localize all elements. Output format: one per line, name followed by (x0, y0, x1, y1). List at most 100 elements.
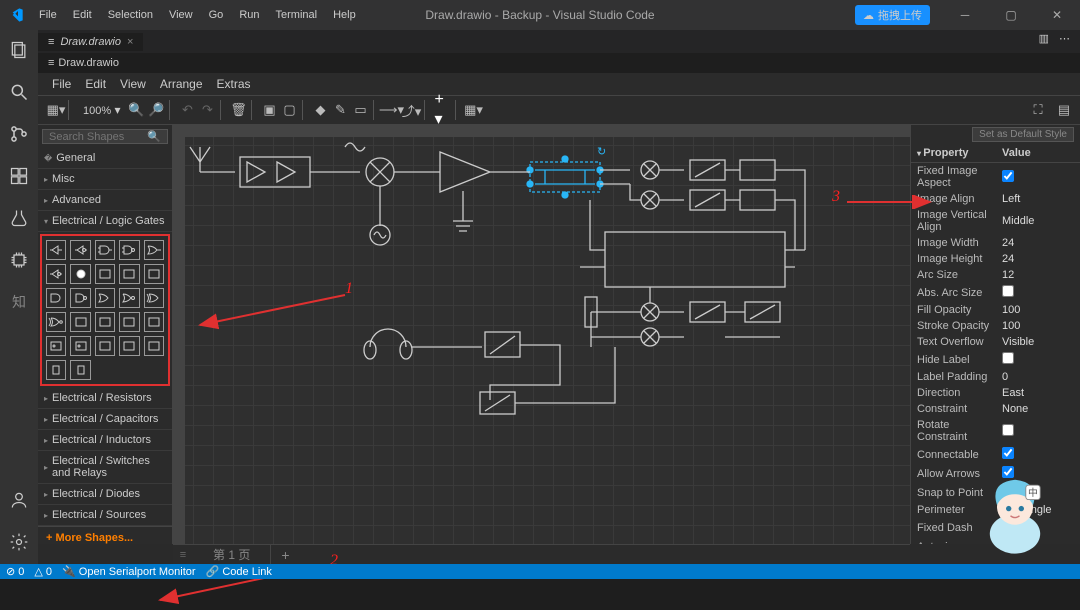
gate-and2[interactable] (46, 288, 66, 308)
gate-b8[interactable] (119, 336, 139, 356)
more-shapes-button[interactable]: + More Shapes... (38, 526, 172, 549)
drawio-canvas[interactable]: ↻ (173, 125, 910, 544)
explorer-icon[interactable] (7, 38, 31, 62)
waypoints-icon[interactable]: ⤴▾ (404, 102, 420, 118)
menu-terminal[interactable]: Terminal (269, 5, 325, 25)
status-code-link[interactable]: 🔗 Code Link (206, 565, 272, 578)
menu-selection[interactable]: Selection (101, 5, 160, 25)
gate-box2[interactable] (119, 264, 139, 284)
zoom-level[interactable]: 100% ▾ (79, 103, 125, 117)
gate-b1[interactable] (70, 312, 90, 332)
menu-go[interactable]: Go (202, 5, 231, 25)
prop-row[interactable]: PerimeterRectangle (911, 502, 1080, 518)
status-errors[interactable]: ⊘ 0 (6, 565, 24, 578)
line-color-icon[interactable]: ✎ (333, 102, 349, 118)
search-icon[interactable] (7, 80, 31, 104)
cat-logic-gates[interactable]: ▾Electrical / Logic Gates (38, 211, 172, 232)
prop-value[interactable]: 0 (1002, 371, 1008, 383)
to-back-icon[interactable]: ▢ (282, 102, 298, 118)
menu-run[interactable]: Run (232, 5, 266, 25)
prop-value[interactable] (1002, 424, 1014, 439)
status-serial-monitor[interactable]: 🔌 Open Serialport Monitor (62, 565, 196, 578)
format-panel-icon[interactable]: ▤ (1056, 102, 1072, 118)
drawio-menu-file[interactable]: File (46, 75, 77, 93)
cat-sources[interactable]: ▸Electrical / Sources (38, 505, 172, 526)
cat-general[interactable]: � General (38, 148, 172, 169)
tab-close[interactable]: × (127, 36, 133, 48)
gate-b7[interactable] (95, 336, 115, 356)
page-1-tab[interactable]: 第 1 页 (193, 544, 271, 565)
cat-misc[interactable]: ▸Misc (38, 169, 172, 190)
settings-icon[interactable] (7, 530, 31, 554)
gate-b6[interactable] (70, 336, 90, 356)
connection-icon[interactable]: ⟶▾ (384, 102, 400, 118)
gate-and[interactable] (95, 240, 115, 260)
prop-value[interactable]: East (1002, 387, 1024, 399)
prop-value[interactable] (1002, 170, 1014, 185)
prop-value[interactable]: Left (1002, 193, 1020, 205)
prop-row[interactable]: Arc Size12 (911, 267, 1080, 283)
prop-value[interactable] (1002, 285, 1014, 300)
gate-box1[interactable] (95, 264, 115, 284)
prop-value[interactable] (1002, 447, 1014, 462)
prop-row[interactable]: Allow Arrows (911, 464, 1080, 483)
drawio-menu-edit[interactable]: Edit (79, 75, 112, 93)
cat-advanced[interactable]: ▸Advanced (38, 190, 172, 211)
prop-value[interactable] (1002, 520, 1014, 535)
gate-xnor[interactable] (46, 312, 66, 332)
menu-file[interactable]: File (32, 5, 64, 25)
prop-row[interactable]: Fill Opacity100 (911, 302, 1080, 318)
delete-icon[interactable]: 🗑 (231, 102, 247, 118)
prop-row[interactable]: Fixed Image Aspect (911, 163, 1080, 191)
add-page-button[interactable]: + (271, 545, 299, 565)
drawio-menu-view[interactable]: View (114, 75, 152, 93)
prop-row[interactable]: Label Padding0 (911, 369, 1080, 385)
testing-icon[interactable] (7, 206, 31, 230)
prop-row[interactable]: Connectable (911, 445, 1080, 464)
upload-badge[interactable]: ☁拖拽上传 (855, 5, 930, 25)
chip-icon[interactable] (7, 248, 31, 272)
prop-value[interactable]: 100 (1002, 304, 1020, 316)
shadow-icon[interactable]: ▭ (353, 102, 369, 118)
status-warnings[interactable]: △ 0 (34, 565, 52, 578)
prop-value[interactable]: Middle (1002, 215, 1034, 227)
gate-or[interactable] (144, 240, 164, 260)
source-control-icon[interactable] (7, 122, 31, 146)
undo-icon[interactable]: ↶ (180, 102, 196, 118)
prop-row[interactable]: Rotate Constraint (911, 417, 1080, 445)
cat-diodes[interactable]: ▸Electrical / Diodes (38, 484, 172, 505)
zoom-in-icon[interactable]: 🔍 (129, 102, 145, 118)
prop-row[interactable]: Abs. Arc Size (911, 283, 1080, 302)
gate-nand[interactable] (119, 240, 139, 260)
prop-row[interactable]: Image AlignLeft (911, 191, 1080, 207)
prop-value[interactable] (1002, 539, 1014, 544)
prop-row[interactable]: Image Height24 (911, 251, 1080, 267)
prop-value[interactable] (1002, 352, 1014, 367)
view-mode-icon[interactable]: ▦▾ (48, 102, 64, 118)
gate-box3[interactable] (144, 264, 164, 284)
drawio-menu-arrange[interactable]: Arrange (154, 75, 209, 93)
gate-b4[interactable] (144, 312, 164, 332)
gate-b5[interactable] (46, 336, 66, 356)
zoom-out-icon[interactable]: 🔎 (149, 102, 165, 118)
split-editor-icon[interactable]: ▥ (1039, 32, 1049, 45)
search-shapes[interactable]: 🔍 (42, 129, 168, 144)
menu-view[interactable]: View (162, 5, 200, 25)
prop-row[interactable]: Hide Label (911, 350, 1080, 369)
gate-circle[interactable] (70, 264, 90, 284)
prop-row[interactable]: Fixed Dash (911, 518, 1080, 537)
window-maximize[interactable]: ▢ (988, 0, 1034, 30)
prop-row[interactable]: DirectionEast (911, 385, 1080, 401)
fill-color-icon[interactable]: ◆ (313, 102, 329, 118)
gate-nor[interactable] (119, 288, 139, 308)
prop-value[interactable]: 100 (1002, 320, 1020, 332)
prop-value[interactable]: 24 (1002, 253, 1014, 265)
cat-switches[interactable]: ▸Electrical / Switches and Relays (38, 451, 172, 484)
menu-edit[interactable]: Edit (66, 5, 99, 25)
gate-xor[interactable] (144, 288, 164, 308)
prop-value[interactable]: 12 (1002, 269, 1014, 281)
cat-resistors[interactable]: ▸Electrical / Resistors (38, 388, 172, 409)
insert-icon[interactable]: + ▾ (435, 102, 451, 118)
gate-b9[interactable] (144, 336, 164, 356)
cat-inductors[interactable]: ▸Electrical / Inductors (38, 430, 172, 451)
